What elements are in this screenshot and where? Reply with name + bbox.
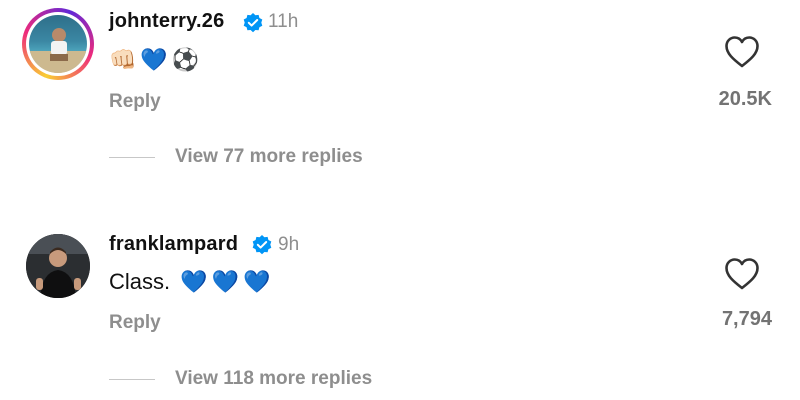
blue-heart-emoji: 💙 (242, 269, 271, 294)
fist-emoji: 👊🏻 (109, 47, 137, 72)
heart-outline-icon[interactable] (724, 257, 760, 291)
comment-username[interactable]: johnterry.26 (109, 10, 224, 33)
reply-button[interactable]: Reply (109, 312, 161, 334)
heart-outline-icon[interactable] (724, 35, 760, 69)
profile-photo-figure (26, 234, 90, 298)
blue-heart-emoji: 💙 (180, 269, 208, 294)
comment-body: Class. (109, 269, 171, 294)
avatar-johnterry[interactable] (22, 8, 94, 80)
profile-photo (29, 15, 87, 73)
comment-johnterry: johnterry.26 11h 👊🏻 💙 ⚽ Reply 20.5K View… (0, 0, 800, 167)
comment-text: Class. 💙 💙 💙 (109, 266, 274, 298)
view-more-replies-label[interactable]: View 118 more replies (175, 368, 372, 390)
like-count: 7,794 (721, 308, 772, 330)
view-more-replies-label[interactable]: View 77 more replies (175, 146, 363, 168)
view-more-replies[interactable]: View 118 more replies (109, 368, 372, 390)
divider-line (109, 378, 155, 380)
profile-photo (26, 234, 90, 298)
comment-username[interactable]: franklampard (109, 233, 238, 256)
soccer-ball-emoji: ⚽ (171, 47, 200, 72)
verified-badge-icon (243, 13, 263, 33)
comments-thread: johnterry.26 11h 👊🏻 💙 ⚽ Reply 20.5K View… (0, 0, 800, 400)
like-count: 20.5K (718, 88, 772, 110)
comment-timestamp: 9h (278, 234, 300, 255)
comment-timestamp: 11h (268, 11, 299, 32)
avatar-franklampard[interactable] (22, 230, 94, 302)
comment-franklampard: franklampard 9h Class. 💙 💙 💙 Reply 7,794… (0, 222, 800, 389)
blue-heart-emoji: 💙 (140, 47, 168, 72)
reply-button[interactable]: Reply (109, 91, 161, 113)
verified-badge-icon (252, 235, 272, 255)
divider-line (109, 156, 155, 158)
blue-heart-emoji: 💙 (211, 269, 239, 294)
avatar-ring-inner (26, 12, 90, 76)
view-more-replies[interactable]: View 77 more replies (109, 146, 363, 168)
profile-photo-figure (29, 28, 87, 73)
comment-text: 👊🏻 💙 ⚽ (109, 44, 203, 76)
